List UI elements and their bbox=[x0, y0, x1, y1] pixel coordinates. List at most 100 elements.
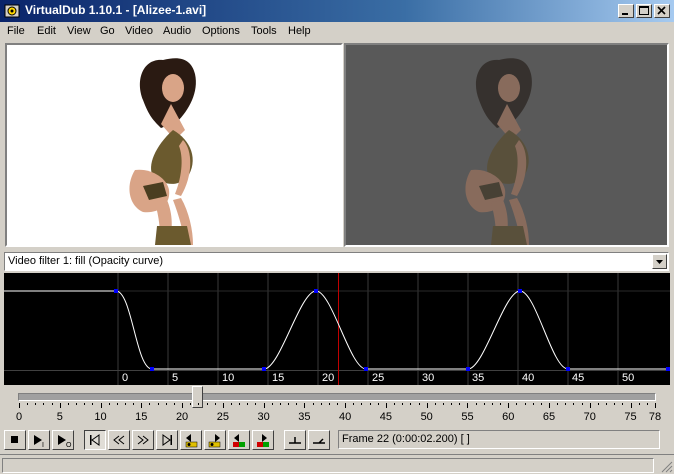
prev-keyframe-button[interactable] bbox=[180, 430, 202, 450]
timeline-tick-label: 60 bbox=[502, 411, 514, 423]
curve-graph: 0 5 10 15 20 25 30 35 40 45 50 bbox=[4, 273, 670, 385]
mark-out-icon bbox=[313, 438, 325, 444]
chevron-down-icon bbox=[656, 260, 663, 264]
curve-scale-label: 40 bbox=[522, 372, 534, 384]
opacity-curve-editor[interactable]: 0 5 10 15 20 25 30 35 40 45 50 bbox=[4, 273, 670, 385]
menu-video[interactable]: Video bbox=[125, 25, 153, 37]
curve-point[interactable] bbox=[150, 367, 154, 371]
woman-figure-image bbox=[129, 58, 196, 245]
mark-out-button[interactable] bbox=[308, 430, 330, 450]
maximize-button[interactable] bbox=[636, 4, 652, 18]
mark-in-button[interactable] bbox=[284, 430, 306, 450]
mark-in-icon bbox=[289, 437, 301, 444]
menu-go[interactable]: Go bbox=[100, 25, 115, 37]
curve-control-points[interactable] bbox=[114, 289, 670, 371]
timeline-tick-label: 40 bbox=[339, 411, 351, 423]
timeline-tick-label: 15 bbox=[135, 411, 147, 423]
curve-point[interactable] bbox=[314, 289, 318, 293]
timeline-tick-label: 78 bbox=[649, 411, 661, 423]
curve-grid bbox=[4, 273, 670, 385]
end-icon bbox=[162, 434, 172, 446]
curve-scale-label: 30 bbox=[422, 372, 434, 384]
play-output-button[interactable]: O bbox=[52, 430, 74, 450]
curve-point[interactable] bbox=[518, 289, 522, 293]
title-bar: VirtualDub 1.10.1 - [Alizee-1.avi] bbox=[0, 0, 674, 22]
timeline-tick-label: 25 bbox=[217, 411, 229, 423]
menu-audio[interactable]: Audio bbox=[163, 25, 191, 37]
frame-readout-text: Frame 22 (0:00:02.200) [ ] bbox=[342, 433, 470, 445]
input-video-pane[interactable] bbox=[5, 43, 343, 247]
curve-scale-labels: 0 5 10 15 20 25 30 35 40 45 50 bbox=[122, 372, 634, 384]
prev-scene-icon bbox=[233, 434, 245, 447]
output-video-frame bbox=[465, 58, 532, 245]
curve-scale-label: 20 bbox=[322, 372, 334, 384]
timeline-tick-label: 0 bbox=[16, 411, 22, 423]
prev-keyframe-icon bbox=[185, 434, 198, 448]
prev-frame-button[interactable] bbox=[108, 430, 130, 450]
timeline-tick-label: 45 bbox=[380, 411, 392, 423]
video-filter-select[interactable]: Video filter 1: fill (Opacity curve) bbox=[4, 252, 669, 271]
next-keyframe-icon bbox=[208, 434, 221, 448]
status-bar bbox=[0, 454, 674, 474]
start-button[interactable] bbox=[84, 430, 106, 450]
curve-point[interactable] bbox=[364, 367, 368, 371]
timeline-tick-label: 20 bbox=[176, 411, 188, 423]
timeline-ticks: 0 5 10 15 20 25 30 35 40 45 50 55 60 65 70 75 78 bbox=[16, 403, 661, 423]
next-scene-button[interactable] bbox=[252, 430, 274, 450]
menu-options[interactable]: Options bbox=[202, 25, 240, 37]
prev-scene-button[interactable] bbox=[228, 430, 250, 450]
curve-scale-label: 15 bbox=[272, 372, 284, 384]
play-input-icon: I bbox=[34, 435, 44, 449]
opacity-curve-line bbox=[4, 290, 670, 370]
virtualdub-app-icon[interactable] bbox=[4, 3, 20, 19]
curve-scale-label: 25 bbox=[372, 372, 384, 384]
close-button[interactable] bbox=[654, 4, 670, 18]
play-input-button[interactable]: I bbox=[28, 430, 50, 450]
curve-scale-label: 5 bbox=[172, 372, 178, 384]
svg-text:O: O bbox=[66, 442, 72, 449]
curve-scale-label: 10 bbox=[222, 372, 234, 384]
video-filter-selected-value: Video filter 1: fill (Opacity curve) bbox=[8, 255, 164, 267]
menu-file[interactable]: File bbox=[7, 25, 25, 37]
next-keyframe-button[interactable] bbox=[204, 430, 226, 450]
resize-grip-icon[interactable] bbox=[659, 459, 673, 473]
timeline-tick-label: 65 bbox=[543, 411, 555, 423]
curve-scale-label: 0 bbox=[122, 372, 128, 384]
output-video-pane[interactable] bbox=[344, 43, 669, 247]
curve-scale-label: 45 bbox=[572, 372, 584, 384]
curve-point[interactable] bbox=[466, 367, 470, 371]
curve-point[interactable] bbox=[666, 367, 670, 371]
svg-text:I: I bbox=[42, 442, 44, 449]
menu-tools[interactable]: Tools bbox=[251, 25, 277, 37]
timeline-tick-label: 70 bbox=[584, 411, 596, 423]
minimize-button[interactable] bbox=[618, 4, 634, 18]
menu-help[interactable]: Help bbox=[288, 25, 311, 37]
menu-view[interactable]: View bbox=[67, 25, 91, 37]
maximize-icon bbox=[639, 6, 649, 15]
woman-figure-image-dimmed bbox=[465, 58, 532, 245]
prev-frame-icon bbox=[113, 435, 125, 445]
stop-icon bbox=[11, 436, 18, 443]
filter-dropdown-button[interactable] bbox=[652, 254, 667, 269]
next-frame-button[interactable] bbox=[132, 430, 154, 450]
close-icon bbox=[657, 6, 666, 15]
curve-point[interactable] bbox=[262, 367, 266, 371]
next-scene-icon bbox=[257, 434, 269, 447]
end-button[interactable] bbox=[156, 430, 178, 450]
timeline-tick-label: 75 bbox=[624, 411, 636, 423]
timeline-tick-label: 5 bbox=[57, 411, 63, 423]
menu-bar: File Edit View Go Video Audio Options To… bbox=[0, 22, 674, 42]
start-icon bbox=[90, 434, 100, 446]
stop-button[interactable] bbox=[4, 430, 26, 450]
curve-point[interactable] bbox=[114, 289, 118, 293]
curve-point[interactable] bbox=[566, 367, 570, 371]
next-frame-icon bbox=[137, 435, 149, 445]
frame-readout: Frame 22 (0:00:02.200) [ ] bbox=[338, 430, 660, 449]
status-text-cell bbox=[2, 458, 654, 473]
timeline-tick-label: 35 bbox=[298, 411, 310, 423]
curve-scale-label: 35 bbox=[472, 372, 484, 384]
play-output-icon: O bbox=[58, 435, 72, 449]
menu-edit[interactable]: Edit bbox=[37, 25, 56, 37]
timeline-tick-label: 10 bbox=[94, 411, 106, 423]
timeline-slider[interactable]: 0 5 10 15 20 25 30 35 40 45 50 55 60 65 70 75 78 bbox=[0, 386, 674, 426]
